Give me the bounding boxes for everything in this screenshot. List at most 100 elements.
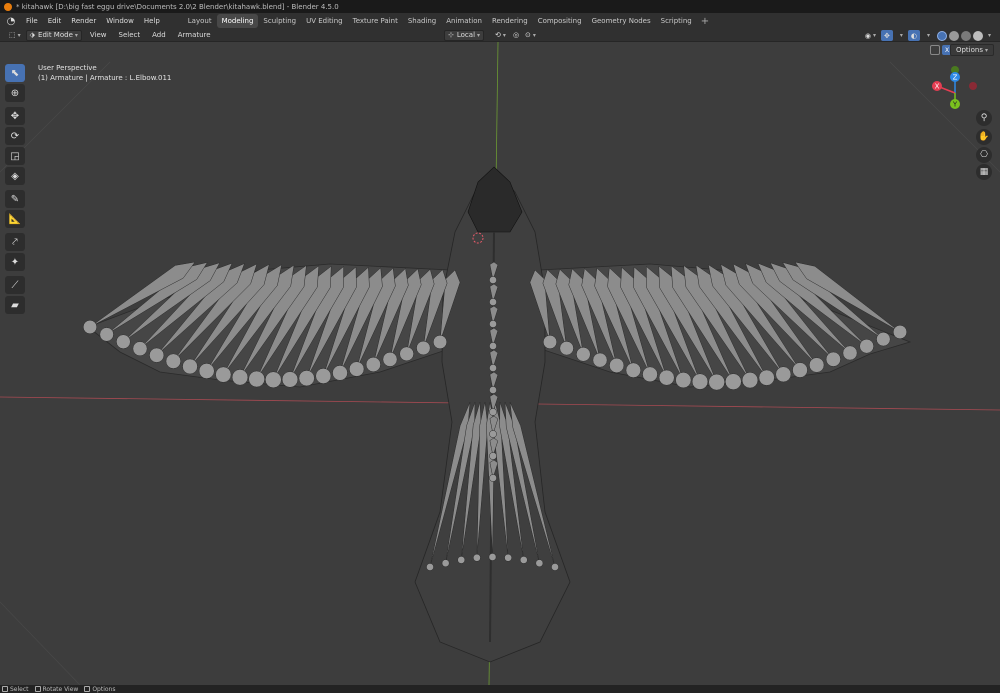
overlay-menu-button[interactable]: ▾ (922, 30, 933, 41)
tab-animation[interactable]: Animation (441, 14, 487, 28)
bone-tip-joint[interactable] (609, 357, 625, 373)
menu-edit[interactable]: Edit (43, 13, 67, 29)
bone-tip-joint[interactable] (182, 358, 198, 375)
mode-selector[interactable]: ⬗ Edit Mode ▾ (25, 29, 82, 41)
bone-tip-joint[interactable] (265, 371, 282, 389)
bone-tip-joint[interactable] (488, 553, 497, 561)
xray-icon[interactable] (930, 45, 940, 55)
options-dropdown[interactable]: Options ▾ (949, 44, 994, 56)
move-tool[interactable]: ✥ (5, 107, 25, 125)
shading-menu-button[interactable]: ▾ (983, 30, 994, 41)
camera-view-button[interactable]: ⎔ (976, 147, 992, 163)
viewport-canvas[interactable] (0, 42, 1000, 685)
bone-tip-joint[interactable] (758, 369, 775, 386)
menu-window[interactable]: Window (101, 13, 139, 29)
bone-tip-joint[interactable] (116, 334, 131, 349)
pan-button[interactable]: ✋ (976, 129, 992, 145)
bone-tip-joint[interactable] (433, 335, 447, 349)
bone-tip-joint[interactable] (332, 365, 348, 381)
bone-tip-joint[interactable] (489, 474, 497, 482)
bone-tip-joint[interactable] (658, 369, 675, 386)
bone-tip-joint[interactable] (625, 362, 641, 378)
proportional-editing-button[interactable]: ⊙ ▾ (522, 30, 539, 41)
header-menu-select[interactable]: Select (113, 31, 147, 39)
bone-tip-joint[interactable] (792, 362, 808, 378)
material-preview-icon[interactable] (960, 30, 971, 41)
bone-tip-joint[interactable] (365, 356, 381, 373)
tab-texture-paint[interactable]: Texture Paint (348, 14, 403, 28)
bone-tip-joint[interactable] (83, 320, 97, 334)
bone-tip-joint[interactable] (708, 373, 725, 391)
overlay-toggle[interactable]: ◐ (907, 30, 920, 41)
pivot-point-button[interactable]: ⟲ ▾ (492, 30, 509, 41)
tab-uv-editing[interactable]: UV Editing (301, 14, 348, 28)
solid-shading-icon[interactable] (948, 30, 959, 41)
bone-tip-joint[interactable] (473, 553, 481, 562)
bone-tip-joint[interactable] (349, 361, 365, 377)
annotate-tool[interactable]: ✎ (5, 190, 25, 208)
bone-tip-joint[interactable] (231, 369, 249, 386)
bone-tip-joint[interactable] (99, 327, 114, 342)
snap-toggle[interactable]: ◎ (510, 30, 522, 41)
tab-modeling[interactable]: Modeling (216, 14, 259, 28)
envelope-tool[interactable]: ▰ (5, 296, 25, 314)
bone-tip-joint[interactable] (248, 370, 265, 388)
bone-tip-joint[interactable] (809, 357, 825, 373)
bone-tip-joint[interactable] (876, 332, 891, 347)
add-workspace-button[interactable]: + (697, 16, 713, 27)
bone-tip-joint[interactable] (489, 276, 497, 284)
bone-tip-joint[interactable] (893, 325, 907, 339)
bone-tip-joint[interactable] (198, 363, 215, 379)
tab-shading[interactable]: Shading (403, 14, 441, 28)
wireframe-shading-icon[interactable] (936, 30, 947, 41)
bone-tip-joint[interactable] (859, 338, 874, 354)
bone-tip-joint[interactable] (132, 341, 148, 357)
bone-tip-joint[interactable] (741, 372, 759, 389)
bone-tip-joint[interactable] (504, 553, 512, 562)
tab-scripting[interactable]: Scripting (656, 14, 697, 28)
bone-tip-joint[interactable] (825, 351, 841, 367)
bone-tip-joint[interactable] (775, 366, 792, 383)
gizmo-menu-button[interactable]: ▾ (895, 30, 906, 41)
bone-tip-joint[interactable] (382, 351, 398, 367)
menu-render[interactable]: Render (66, 13, 101, 29)
bone-tip-joint[interactable] (559, 341, 574, 356)
3d-viewport[interactable]: User Perspective (1) Armature | Armature… (0, 42, 1000, 685)
roll-tool[interactable]: ⟋ (5, 276, 25, 294)
bone-tip-joint[interactable] (165, 353, 181, 369)
menu-help[interactable]: Help (139, 13, 165, 29)
bone-tip-joint[interactable] (675, 372, 692, 389)
tab-sculpting[interactable]: Sculpting (258, 14, 301, 28)
tab-layout[interactable]: Layout (183, 14, 217, 28)
transform-tool[interactable]: ◈ (5, 167, 25, 185)
blender-logo-icon[interactable]: ◔ (4, 14, 18, 28)
bone-tip-joint[interactable] (489, 452, 497, 460)
bone-tip-joint[interactable] (489, 320, 497, 328)
bone-tip-joint[interactable] (551, 563, 559, 571)
bone-tip-joint[interactable] (489, 364, 497, 372)
bone-tip-joint[interactable] (642, 366, 658, 383)
menu-file[interactable]: File (21, 13, 43, 29)
bone-tip-joint[interactable] (315, 368, 332, 384)
bone-size-tool[interactable]: ✦ (5, 253, 25, 271)
neg-x-dot[interactable] (969, 82, 977, 90)
rendered-shading-icon[interactable] (972, 30, 983, 41)
header-menu-armature[interactable]: Armature (172, 31, 217, 39)
rotate-tool[interactable]: ⟳ (5, 127, 25, 145)
bone-tip-joint[interactable] (543, 335, 557, 349)
perspective-toggle-button[interactable]: ▦ (976, 164, 992, 180)
transform-orientation-selector[interactable]: ⊹ Local ▾ (444, 29, 485, 41)
bone-tip-joint[interactable] (842, 345, 858, 361)
extrude-tool[interactable]: ⤤ (5, 233, 25, 251)
bone-tip-joint[interactable] (489, 408, 497, 416)
bone-tip-joint[interactable] (457, 556, 466, 564)
bone-tip-joint[interactable] (691, 373, 709, 390)
bone-tip-joint[interactable] (149, 347, 165, 363)
cursor-tool[interactable]: ⊕ (5, 84, 25, 102)
bone-tip-joint[interactable] (489, 298, 497, 306)
gizmo-toggle[interactable]: ✥ (880, 30, 893, 41)
bone-tip-joint[interactable] (298, 370, 315, 387)
bone-tip-joint[interactable] (535, 559, 544, 568)
bone-tip-joint[interactable] (489, 430, 497, 438)
bone-tip-joint[interactable] (519, 556, 528, 564)
